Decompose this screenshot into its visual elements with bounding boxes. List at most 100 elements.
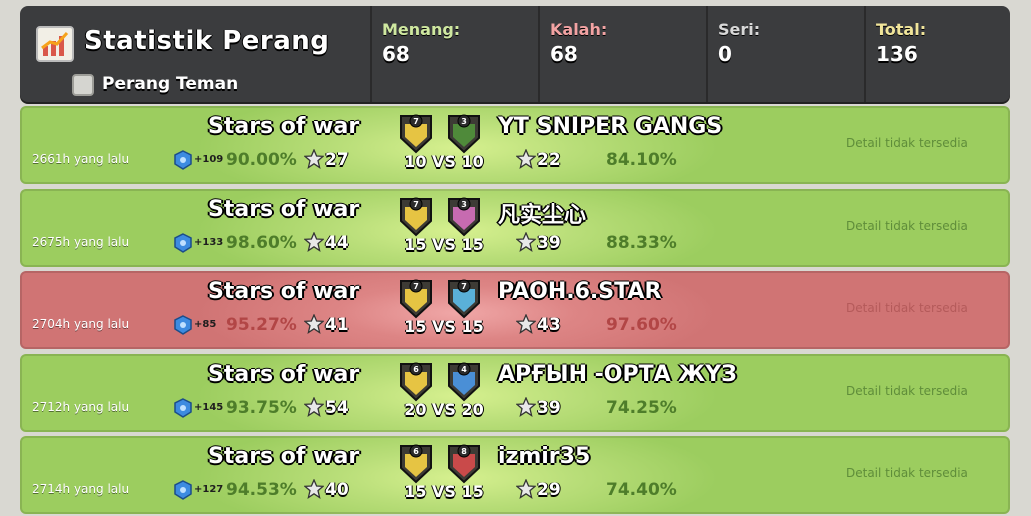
time-ago: 2675h yang lalu — [32, 235, 130, 249]
opponent-stars: 43 — [537, 315, 561, 335]
war-log-entry[interactable]: Stars of war 7 7 PAOH.6.STAR 2704h yang … — [20, 271, 1010, 349]
opponent-clan-badge-icon: 8 — [448, 444, 480, 484]
wins-stat: Menang: 68 — [370, 6, 538, 102]
war-size: 10 VS 10 — [404, 152, 484, 171]
our-stars: 40 — [325, 480, 349, 500]
losses-stat: Kalah: 68 — [538, 6, 706, 102]
opponent-clan-name: АРҒЫН -ОРТА ЖҮЗ — [498, 362, 737, 387]
our-destruction: 94.53% — [226, 480, 297, 500]
losses-label: Kalah: — [550, 20, 608, 39]
our-clan-name: Stars of war — [208, 279, 360, 304]
war-log-entry[interactable]: Stars of war 6 4 АРҒЫН -ОРТА ЖҮЗ 2712h y… — [20, 354, 1010, 432]
war-size: 15 VS 15 — [404, 482, 484, 501]
war-log-entry[interactable]: Stars of war 7 3 凡实尘心 2675h yang lalu +1… — [20, 189, 1010, 267]
time-ago: 2714h yang lalu — [32, 482, 130, 496]
clan-xp-icon — [174, 480, 192, 500]
opponent-destruction: 97.60% — [606, 315, 677, 335]
star-icon — [516, 314, 536, 334]
star-icon — [304, 479, 324, 499]
clan-xp-gained: +145 — [194, 402, 224, 413]
clan-xp-gained: +85 — [194, 319, 217, 330]
war-log-screen: Statistik Perang Perang Teman Menang: 68… — [0, 0, 1031, 516]
star-icon — [304, 397, 324, 417]
clan-xp-icon — [174, 233, 192, 253]
our-stars: 27 — [325, 150, 349, 170]
our-stars: 54 — [325, 398, 349, 418]
details-unavailable-label: Detail tidak tersedia — [846, 219, 968, 233]
clan-xp-gained: +109 — [194, 154, 224, 165]
star-icon — [516, 232, 536, 252]
draws-value: 0 — [718, 42, 732, 66]
war-stats-header: Statistik Perang Perang Teman Menang: 68… — [20, 6, 1010, 102]
opponent-clan-badge-icon: 4 — [448, 362, 480, 402]
opponent-stars: 39 — [537, 398, 561, 418]
details-unavailable-label: Detail tidak tersedia — [846, 301, 968, 315]
our-clan-name: Stars of war — [208, 197, 360, 222]
svg-text:6: 6 — [413, 365, 419, 374]
opponent-stars: 22 — [537, 150, 561, 170]
wins-label: Menang: — [382, 20, 461, 39]
star-icon — [516, 397, 536, 417]
details-unavailable-label: Detail tidak tersedia — [846, 466, 968, 480]
opponent-clan-badge-icon: 3 — [448, 114, 480, 154]
our-stars: 41 — [325, 315, 349, 335]
wins-value: 68 — [382, 42, 410, 66]
opponent-clan-name: YT SNIPER GANGS — [498, 114, 723, 139]
star-icon — [304, 314, 324, 334]
war-size: 15 VS 15 — [404, 235, 484, 254]
draws-stat: Seri: 0 — [706, 6, 864, 102]
svg-text:4: 4 — [461, 365, 467, 374]
our-destruction: 98.60% — [226, 233, 297, 253]
opponent-destruction: 84.10% — [606, 150, 677, 170]
clan-xp-gained: +133 — [194, 237, 224, 248]
opponent-clan-badge-icon: 7 — [448, 279, 480, 319]
our-clan-badge-icon: 6 — [400, 444, 432, 484]
losses-value: 68 — [550, 42, 578, 66]
svg-text:6: 6 — [413, 447, 419, 456]
svg-text:7: 7 — [413, 200, 419, 209]
svg-text:8: 8 — [461, 447, 467, 456]
time-ago: 2661h yang lalu — [32, 152, 130, 166]
opponent-destruction: 74.25% — [606, 398, 677, 418]
total-value: 136 — [876, 42, 918, 66]
our-clan-badge-icon: 7 — [400, 279, 432, 319]
friendly-war-label[interactable]: Perang Teman — [102, 74, 238, 94]
opponent-clan-name: 凡实尘心 — [498, 203, 587, 228]
star-icon — [304, 232, 324, 252]
svg-text:7: 7 — [461, 282, 467, 291]
star-icon — [516, 149, 536, 169]
details-unavailable-label: Detail tidak tersedia — [846, 136, 968, 150]
svg-text:7: 7 — [413, 117, 419, 126]
star-icon — [304, 149, 324, 169]
our-clan-name: Stars of war — [208, 444, 360, 469]
opponent-stars: 29 — [537, 480, 561, 500]
total-stat: Total: 136 — [864, 6, 1010, 102]
our-stars: 44 — [325, 233, 349, 253]
title-block: Statistik Perang Perang Teman — [32, 16, 377, 96]
opponent-clan-badge-icon: 3 — [448, 197, 480, 237]
opponent-clan-name: izmir35 — [498, 444, 591, 469]
our-clan-badge-icon: 7 — [400, 114, 432, 154]
friendly-war-checkbox[interactable] — [72, 74, 94, 96]
our-clan-badge-icon: 6 — [400, 362, 432, 402]
war-size: 20 VS 20 — [404, 400, 484, 419]
total-label: Total: — [876, 20, 927, 39]
svg-text:3: 3 — [461, 200, 467, 209]
our-destruction: 90.00% — [226, 150, 297, 170]
our-clan-name: Stars of war — [208, 362, 360, 387]
opponent-destruction: 88.33% — [606, 233, 677, 253]
clan-xp-gained: +127 — [194, 484, 224, 495]
war-log-entry[interactable]: Stars of war 7 3 YT SNIPER GANGS 2661h y… — [20, 106, 1010, 184]
our-clan-badge-icon: 7 — [400, 197, 432, 237]
war-size: 15 VS 15 — [404, 317, 484, 336]
clan-xp-icon — [174, 315, 192, 335]
draws-label: Seri: — [718, 20, 761, 39]
time-ago: 2704h yang lalu — [32, 317, 130, 331]
svg-text:7: 7 — [413, 282, 419, 291]
our-clan-name: Stars of war — [208, 114, 360, 139]
time-ago: 2712h yang lalu — [32, 400, 130, 414]
stats-chart-icon — [36, 26, 74, 62]
opponent-destruction: 74.40% — [606, 480, 677, 500]
war-log-entry[interactable]: Stars of war 6 8 izmir35 2714h yang lalu… — [20, 436, 1010, 514]
svg-text:3: 3 — [461, 117, 467, 126]
